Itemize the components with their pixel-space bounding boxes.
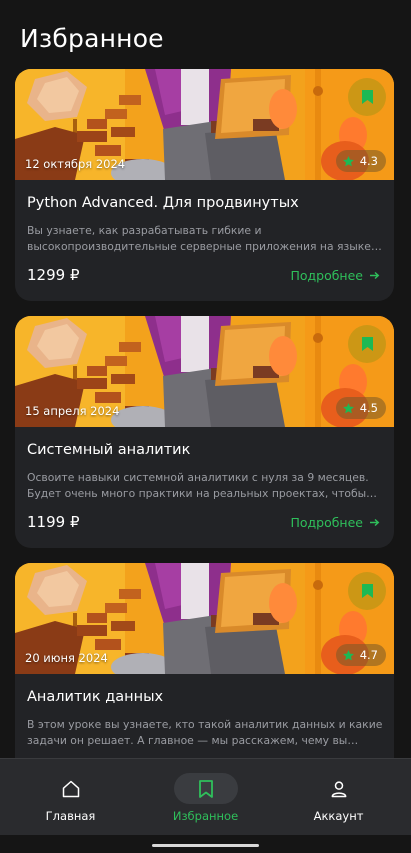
bookmark-button[interactable] [348,325,386,363]
course-card[interactable]: 15 апреля 2024 4.5 Системный аналитик Ос… [15,316,394,548]
bookmark-icon [361,584,373,598]
course-cover-image: 20 июня 2024 4.7 [15,563,394,674]
rating-badge: 4.3 [335,150,386,172]
user-icon [331,780,346,797]
bookmark-icon [361,337,373,351]
bookmark-button[interactable] [348,572,386,610]
favorites-screen: Избранное 12 октября 2024 4.3 Python Adv… [0,0,411,853]
nav-item-home[interactable]: Главная [2,759,139,836]
course-description: Освоите навыки системной аналитики с нул… [27,471,369,500]
course-date: 15 апреля 2024 [25,404,120,418]
nav-label-home: Главная [45,809,96,823]
arrow-right-icon [370,518,380,527]
course-description: В этом уроке вы узнаете, кто такой анали… [27,718,383,747]
nav-item-favorites[interactable]: Избранное [137,759,274,836]
arrow-right-icon [370,271,380,280]
nav-item-account[interactable]: Аккаунт [270,759,407,836]
course-description: Вы узнаете, как разрабатывать гибкие и в… [27,224,371,253]
rating-value: 4.7 [359,648,378,662]
rating-badge: 4.7 [335,644,386,666]
course-date: 20 июня 2024 [25,651,108,665]
course-cover-image: 15 апреля 2024 4.5 [15,316,394,427]
star-icon [342,649,354,660]
course-price: 1299 ₽ [27,266,80,284]
nav-icon-container [307,773,371,804]
home-icon [62,780,79,797]
course-title: Системный аналитик [27,442,191,458]
rating-value: 4.3 [359,154,378,168]
nav-label-favorites: Избранное [172,809,239,823]
star-icon [342,155,354,166]
bookmark-icon [198,779,213,798]
course-cover-image: 12 октября 2024 4.3 [15,69,394,180]
page-title: Избранное [20,24,164,53]
home-indicator[interactable] [152,844,259,847]
star-icon [342,402,354,413]
more-link-label: Подробнее [290,515,363,530]
more-link-label: Подробнее [290,268,363,283]
more-link[interactable]: Подробнее [290,515,380,530]
course-title: Аналитик данных [27,689,164,705]
nav-icon-container [173,773,238,804]
more-link[interactable]: Подробнее [290,268,380,283]
course-date: 12 октября 2024 [25,157,126,171]
course-price: 1199 ₽ [27,513,80,531]
nav-label-account: Аккаунт [313,809,364,823]
course-card[interactable]: 12 октября 2024 4.3 Python Advanced. Для… [15,69,394,301]
rating-badge: 4.5 [335,397,386,419]
nav-icon-container [39,773,103,804]
rating-value: 4.5 [359,401,378,415]
bottom-navigation: Главная Избранное Аккаунт [0,758,411,835]
bookmark-button[interactable] [348,78,386,116]
course-title: Python Advanced. Для продвинутых [27,195,299,211]
bookmark-icon [361,90,373,104]
